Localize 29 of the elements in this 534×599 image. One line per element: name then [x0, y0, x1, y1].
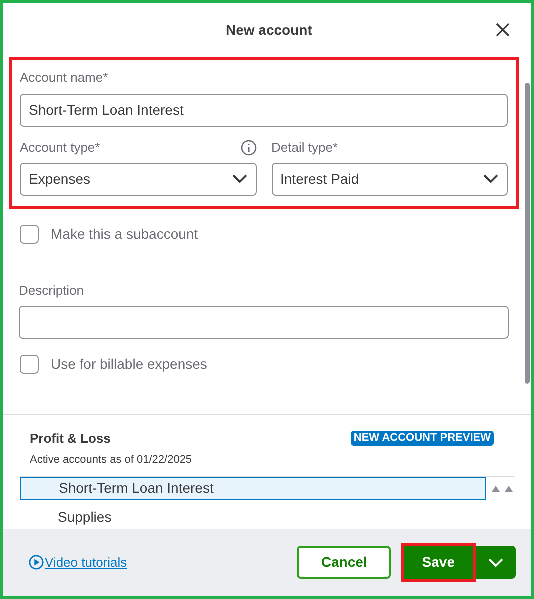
video-tutorials-link[interactable]: Video tutorials: [29, 552, 128, 572]
checkbox-label: Use for billable expenses: [51, 355, 208, 374]
chevron-down-icon: [232, 174, 248, 184]
close-button[interactable]: [495, 22, 511, 38]
info-icon[interactable]: [240, 140, 256, 156]
field-label: Account name*: [20, 69, 110, 87]
checkbox[interactable]: [20, 355, 39, 374]
section-title: Profit & Loss: [30, 430, 111, 448]
play-icon: [29, 555, 44, 570]
section-subtitle: Active accounts as of 01/22/2025: [30, 452, 194, 468]
chevron-down-icon: [483, 174, 499, 184]
chevron-down-icon: [488, 558, 504, 568]
account-type-dropdown[interactable]: Expenses: [20, 162, 256, 196]
detail-type-dropdown[interactable]: Interest Paid: [272, 162, 508, 196]
field-label: Description: [19, 282, 86, 300]
description-field[interactable]: [19, 306, 509, 339]
scrollbar[interactable]: [525, 83, 530, 384]
save-options-button[interactable]: [476, 546, 516, 579]
sort-up-icon[interactable]: [492, 485, 514, 493]
checkbox[interactable]: [20, 224, 39, 244]
dialog-title: New account: [226, 20, 312, 40]
field-label: Detail type*: [272, 138, 338, 157]
cancel-button[interactable]: Cancel: [297, 546, 392, 579]
checkbox-label: Make this a subaccount: [51, 224, 198, 244]
account-name-field[interactable]: Short-Term Loan Interest: [20, 94, 508, 126]
field-label: Account type*: [20, 138, 100, 157]
save-button[interactable]: Save: [404, 546, 473, 579]
preview-badge: NEW ACCOUNT PREVIEW: [350, 431, 494, 446]
preview-row: Short-Term Loan Interest: [20, 477, 486, 500]
